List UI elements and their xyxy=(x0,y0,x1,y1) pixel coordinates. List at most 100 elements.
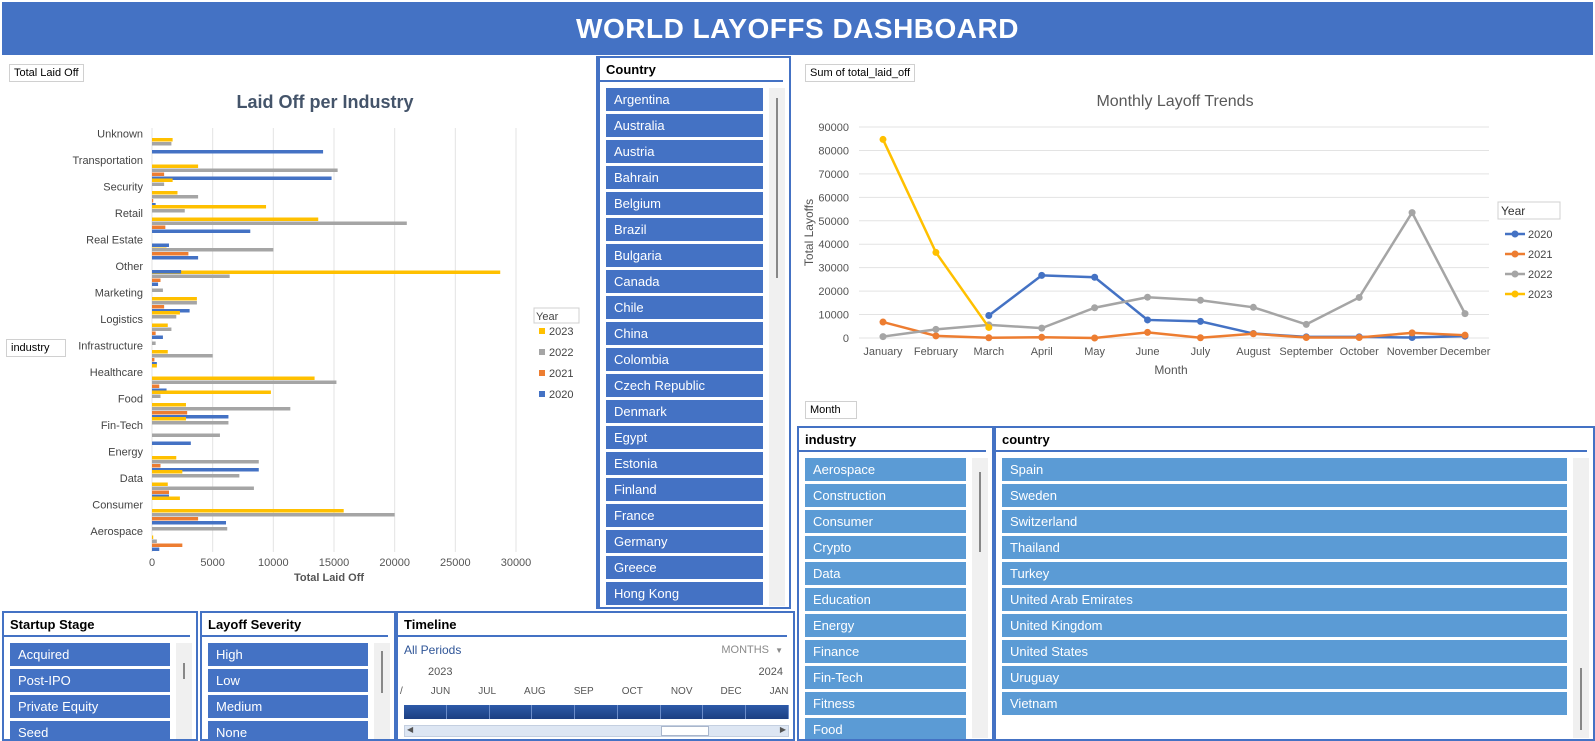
slicer-item[interactable]: Egypt xyxy=(606,426,763,449)
bar-legend-label: 2022 xyxy=(549,347,573,359)
country-scroll-thumb[interactable] xyxy=(776,98,778,278)
slicer-item[interactable]: Australia xyxy=(606,114,763,137)
slicer-item[interactable]: Chile xyxy=(606,296,763,319)
country-secondary-scrollbar[interactable] xyxy=(1573,458,1589,738)
slicer-item[interactable]: Energy xyxy=(805,614,966,637)
country-secondary-scroll-thumb[interactable] xyxy=(1580,668,1582,730)
line-x-tick-label: December xyxy=(1440,346,1491,358)
slicer-item[interactable]: Greece xyxy=(606,556,763,579)
bar-2020 xyxy=(152,335,163,339)
scroll-left-icon[interactable]: ◀ xyxy=(407,725,413,734)
slicer-item[interactable]: Belgium xyxy=(606,192,763,215)
bar-2023 xyxy=(152,164,199,168)
bar-2020 xyxy=(152,256,199,260)
slicer-item[interactable]: Brazil xyxy=(606,218,763,241)
slicer-item[interactable]: China xyxy=(606,322,763,345)
slicer-item[interactable]: Aerospace xyxy=(805,458,966,481)
timeline-month-cell[interactable] xyxy=(404,705,447,719)
slicer-item[interactable]: Construction xyxy=(805,484,966,507)
scroll-right-icon[interactable]: ▶ xyxy=(780,725,786,734)
timeline-month-cell[interactable] xyxy=(746,705,790,719)
line-point-2022 xyxy=(1302,320,1310,328)
industry-slicer-scrollbar[interactable] xyxy=(972,458,988,738)
slicer-item[interactable]: Finland xyxy=(606,478,763,501)
slicer-item[interactable]: None xyxy=(208,721,368,739)
slicer-item[interactable]: Acquired xyxy=(10,643,170,666)
slicer-item[interactable]: Vietnam xyxy=(1002,692,1567,715)
slicer-item[interactable]: Finance xyxy=(805,640,966,663)
startup-stage-scrollbar[interactable] xyxy=(176,643,192,739)
timeline-month-label: NOV xyxy=(670,686,693,697)
bar-category-label: Energy xyxy=(108,446,143,458)
bar-2022 xyxy=(152,433,220,437)
slicer-item[interactable]: Argentina xyxy=(606,88,763,111)
slicer-item[interactable]: United Kingdom xyxy=(1002,614,1567,637)
timeline-month-cell[interactable] xyxy=(447,705,490,719)
slicer-item[interactable]: Thailand xyxy=(1002,536,1567,559)
timeline-month-cell[interactable] xyxy=(618,705,661,719)
timeline-month-cell[interactable] xyxy=(661,705,704,719)
slicer-item[interactable]: Switzerland xyxy=(1002,510,1567,533)
slicer-item[interactable]: Germany xyxy=(606,530,763,553)
timeline-month-cell[interactable] xyxy=(532,705,576,719)
slicer-item[interactable]: Private Equity xyxy=(10,695,170,718)
slicer-item[interactable]: United States xyxy=(1002,640,1567,663)
line-y-tick-label: 90000 xyxy=(818,122,849,134)
timeline-scrollbar[interactable]: ◀ ▶ xyxy=(404,725,789,737)
slicer-item[interactable]: Food xyxy=(805,718,966,739)
industry-bar-chart: Laid Off per Industry 0 5000 10000 15000 2000… xyxy=(72,92,580,584)
slicer-item[interactable]: Crypto xyxy=(805,536,966,559)
slicer-item[interactable]: Data xyxy=(805,562,966,585)
bar-category-label: Healthcare xyxy=(90,367,143,379)
slicer-item[interactable]: Medium xyxy=(208,695,368,718)
slicer-item[interactable]: Bulgaria xyxy=(606,244,763,267)
bar-category-label: Retail xyxy=(115,208,143,220)
slicer-item[interactable]: France xyxy=(606,504,763,527)
bar-2022 xyxy=(152,513,395,517)
timeline-scroll-thumb[interactable] xyxy=(661,726,709,736)
line-legend-title: Year xyxy=(1501,204,1525,218)
slicer-item[interactable]: Turkey xyxy=(1002,562,1567,585)
severity-scroll-thumb[interactable] xyxy=(381,651,383,693)
slicer-item[interactable]: Fin-Tech xyxy=(805,666,966,689)
slicer-item[interactable]: Austria xyxy=(606,140,763,163)
line-point-2023 xyxy=(985,323,993,331)
slicer-item[interactable]: United Arab Emirates xyxy=(1002,588,1567,611)
bar-2022 xyxy=(152,474,240,478)
bar-2022 xyxy=(152,248,274,252)
slicer-item[interactable]: Fitness xyxy=(805,692,966,715)
slicer-item[interactable]: Consumer xyxy=(805,510,966,533)
slicer-item[interactable]: Hong Kong xyxy=(606,582,763,605)
slicer-item[interactable]: Denmark xyxy=(606,400,763,423)
slicer-item[interactable]: Bahrain xyxy=(606,166,763,189)
line-x-tick-label: July xyxy=(1191,346,1211,358)
slicer-item[interactable]: Low xyxy=(208,669,368,692)
slicer-item[interactable]: Sweden xyxy=(1002,484,1567,507)
timeline-month-cell[interactable] xyxy=(575,705,618,719)
bar-2022 xyxy=(152,301,197,305)
slicer-item[interactable]: Education xyxy=(805,588,966,611)
timeline-level-dropdown[interactable]: MONTHS ▼ xyxy=(721,644,783,656)
slicer-item[interactable]: Colombia xyxy=(606,348,763,371)
timeline-month-cell[interactable] xyxy=(703,705,747,719)
slicer-item[interactable]: Estonia xyxy=(606,452,763,475)
industry-scroll-thumb[interactable] xyxy=(979,472,981,552)
startup-stage-slicer-title: Startup Stage xyxy=(4,613,190,637)
startup-scroll-thumb[interactable] xyxy=(183,663,185,679)
dashboard-title: WORLD LAYOFFS DASHBOARD xyxy=(576,12,1019,44)
slicer-item[interactable]: Uruguay xyxy=(1002,666,1567,689)
bar-x-tick-label: 10000 xyxy=(258,557,289,569)
line-point-2020 xyxy=(1038,271,1046,279)
slicer-item[interactable]: Czech Republic xyxy=(606,374,763,397)
timeline-bar[interactable] xyxy=(404,705,790,719)
slicer-item[interactable]: Seed xyxy=(10,721,170,739)
bar-2023 xyxy=(152,297,197,301)
layoff-severity-scrollbar[interactable] xyxy=(374,643,390,739)
timeline-month-cell[interactable] xyxy=(490,705,533,719)
slicer-item[interactable]: Canada xyxy=(606,270,763,293)
slicer-item[interactable]: Spain xyxy=(1002,458,1567,481)
slicer-item[interactable]: High xyxy=(208,643,368,666)
slicer-item[interactable]: Post-IPO xyxy=(10,669,170,692)
bar-2022 xyxy=(152,394,161,398)
country-slicer-scrollbar[interactable] xyxy=(769,88,785,606)
